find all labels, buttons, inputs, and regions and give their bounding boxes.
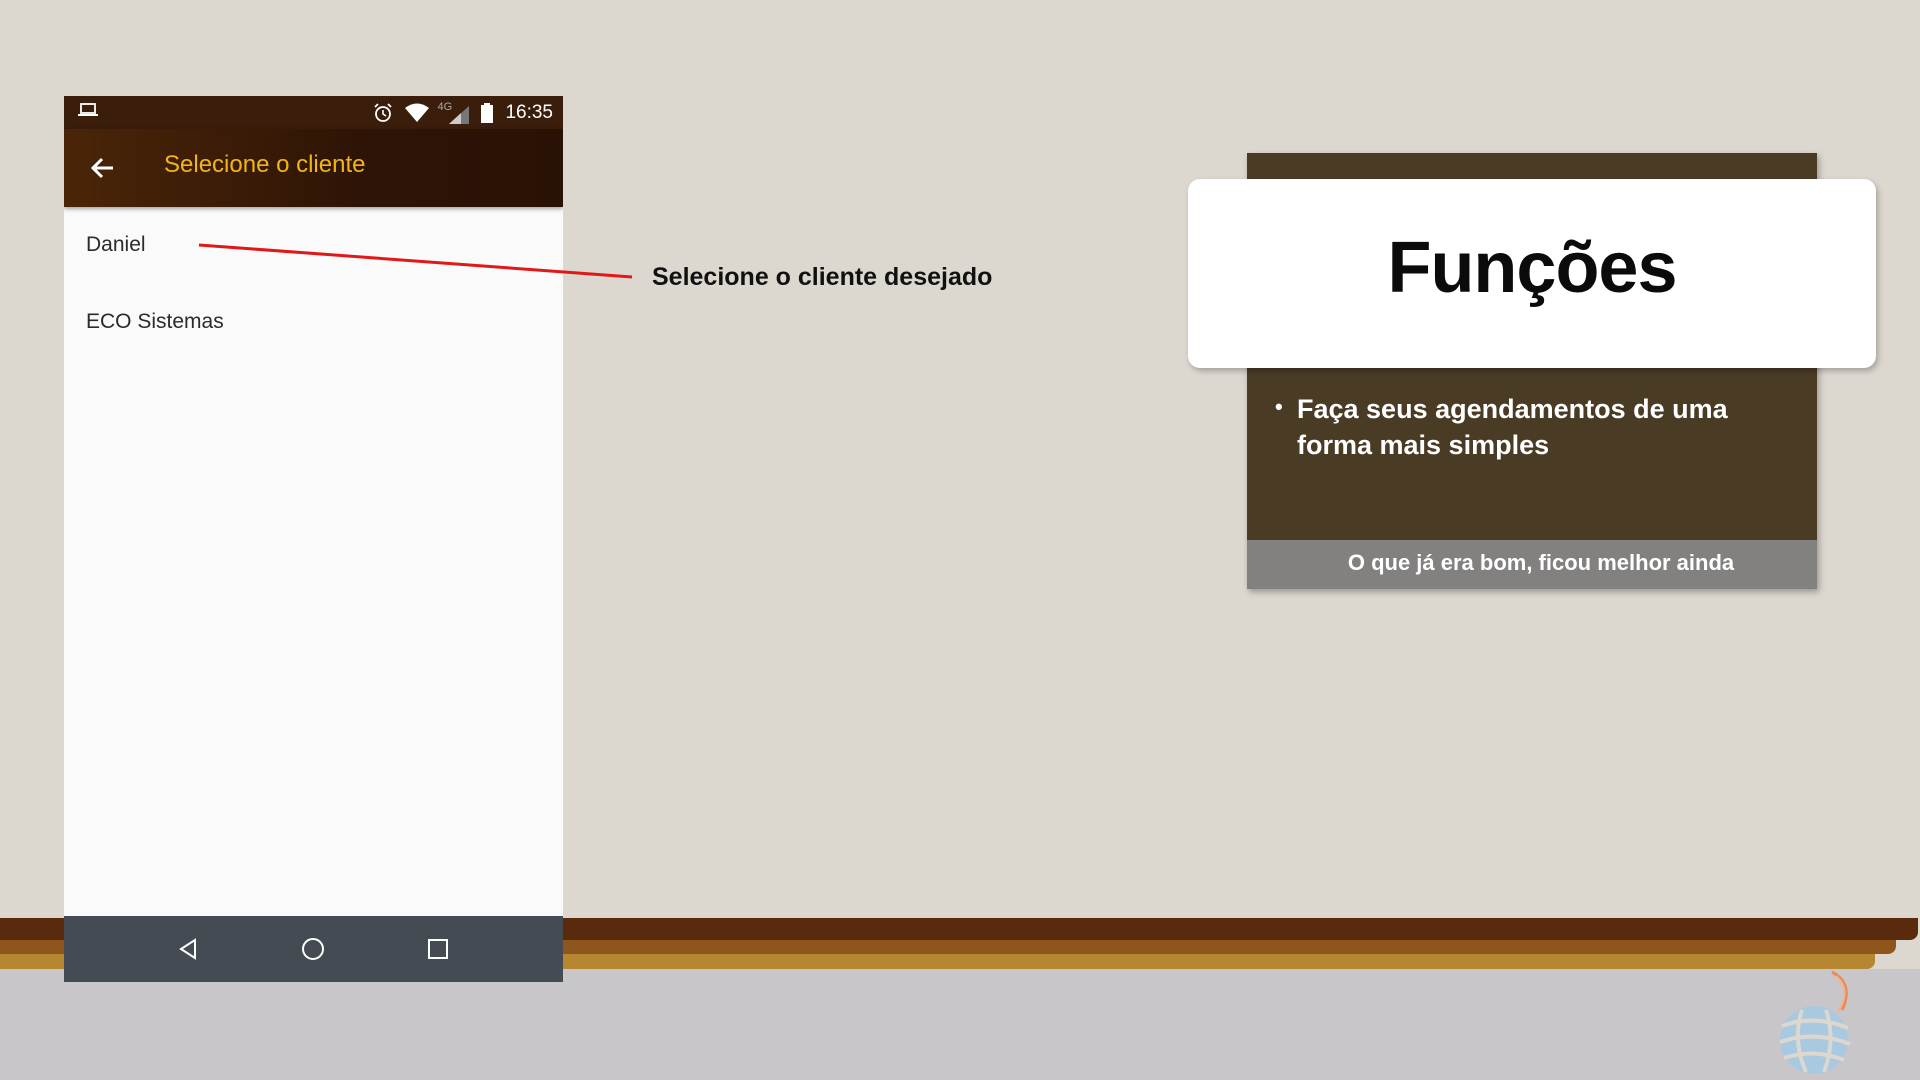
battery-icon (481, 102, 494, 123)
nav-recents-icon[interactable] (423, 934, 453, 964)
laptop-icon (78, 103, 98, 116)
card-title: Funções (1387, 228, 1677, 308)
phone-screenshot: 4G 16:35 Selecione o cliente Daniel ECO … (64, 96, 563, 982)
footer-band (0, 969, 1920, 1080)
signal-icon (449, 105, 470, 124)
logo (1779, 970, 1851, 1074)
client-item-eco-sistemas[interactable]: ECO Sistemas (86, 310, 224, 334)
bullet-text: Faça seus agendamentos de uma forma mais… (1297, 394, 1728, 460)
annotation-label: Selecione o cliente desejado (652, 263, 993, 291)
nav-home-icon[interactable] (298, 934, 328, 964)
client-item-daniel[interactable]: Daniel (86, 233, 146, 257)
app-bar-title: Selecione o cliente (164, 151, 366, 178)
card-footer-text: O que já era bom, ficou melhor ainda (1347, 550, 1735, 575)
bullet-dot: • (1275, 394, 1283, 419)
app-bar: Selecione o cliente (64, 129, 563, 207)
wifi-icon (405, 103, 430, 122)
status-bar: 4G 16:35 (64, 96, 563, 129)
back-arrow-icon[interactable] (86, 151, 120, 185)
status-time: 16:35 (505, 101, 553, 123)
title-box: Funções (1188, 179, 1876, 368)
navigation-bar (64, 916, 563, 982)
bullet-item: • Faça seus agendamentos de uma forma ma… (1275, 391, 1775, 463)
nav-back-icon[interactable] (173, 934, 203, 964)
alarm-icon (374, 102, 393, 122)
